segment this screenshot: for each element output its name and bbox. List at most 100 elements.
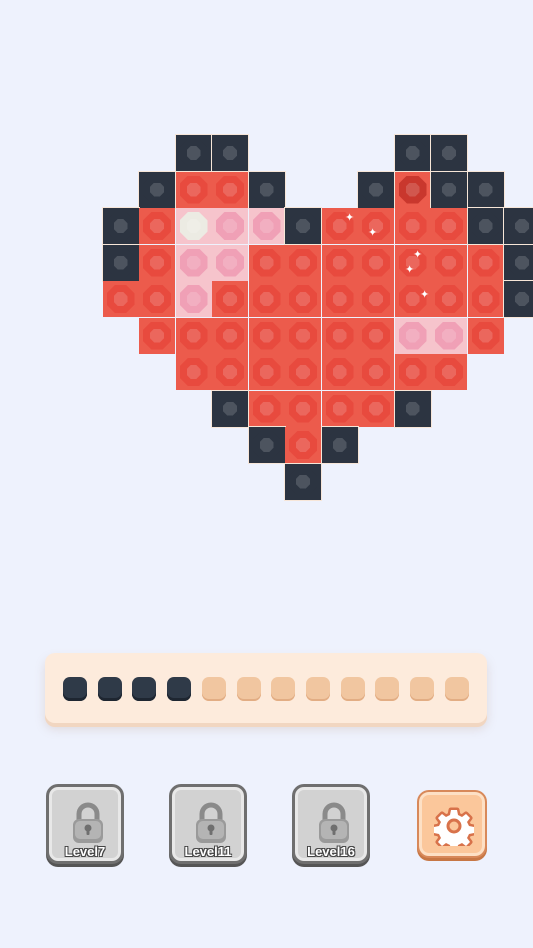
board-cell[interactable] (102, 281, 139, 317)
red-gem[interactable] (179, 175, 208, 204)
dark-gem[interactable] (508, 212, 533, 240)
board-cell[interactable] (358, 244, 394, 281)
board-cell[interactable] (394, 171, 431, 208)
red-gem[interactable] (216, 175, 244, 204)
board-cell[interactable] (321, 244, 358, 281)
board-cell[interactable] (431, 208, 467, 244)
red-gem[interactable] (325, 321, 354, 350)
dark-gem[interactable] (435, 139, 463, 167)
board-cell[interactable] (285, 208, 321, 244)
dark-gem[interactable] (398, 139, 427, 167)
white-gem[interactable] (179, 212, 208, 240)
red-gem[interactable] (398, 358, 427, 386)
board-cell[interactable] (212, 354, 248, 390)
red-gem[interactable] (471, 285, 500, 313)
board-cell[interactable] (175, 281, 212, 317)
dark-gem[interactable] (143, 175, 171, 204)
dark-gem[interactable] (216, 394, 244, 423)
board-cell[interactable] (139, 281, 175, 317)
board-cell[interactable] (358, 354, 394, 390)
red-gem[interactable] (179, 358, 208, 386)
board-cell[interactable] (467, 208, 504, 244)
pink-gem[interactable] (252, 212, 281, 240)
dark-gem[interactable] (471, 175, 500, 204)
board-cell[interactable] (394, 208, 431, 244)
red-gem[interactable] (252, 321, 281, 350)
board-cell[interactable] (321, 390, 358, 427)
red-gem[interactable] (289, 394, 317, 423)
board-cell[interactable] (212, 171, 248, 208)
red-gem[interactable] (435, 212, 463, 240)
red-gem[interactable] (362, 394, 390, 423)
board-cell[interactable] (285, 317, 321, 354)
board-cell[interactable] (248, 244, 285, 281)
board-cell[interactable] (467, 281, 504, 317)
red-gem[interactable] (252, 358, 281, 386)
pink-gem[interactable] (179, 248, 208, 277)
board-cell[interactable] (248, 208, 285, 244)
board-cell[interactable] (175, 135, 212, 171)
red-gem[interactable] (325, 285, 354, 313)
board-cell[interactable] (358, 171, 394, 208)
dark-gem[interactable] (216, 139, 244, 167)
red-gem[interactable] (471, 248, 500, 277)
board-cell[interactable] (248, 281, 285, 317)
locked-level-button-2[interactable]: Level11 (169, 784, 247, 864)
red-gem[interactable] (435, 248, 463, 277)
red-gem[interactable] (398, 212, 427, 240)
board-cell[interactable] (285, 427, 321, 463)
dark-gem[interactable] (471, 212, 500, 240)
dark-gem[interactable] (398, 394, 427, 423)
board-cell[interactable] (431, 317, 467, 354)
dark-gem[interactable] (508, 248, 533, 277)
board-cell[interactable] (321, 281, 358, 317)
board-cell[interactable] (212, 317, 248, 354)
red-gem[interactable] (143, 212, 171, 240)
board-cell[interactable] (139, 208, 175, 244)
red-gem[interactable] (216, 358, 244, 386)
board-cell[interactable] (212, 135, 248, 171)
pink-gem[interactable] (216, 212, 244, 240)
board-cell[interactable] (358, 390, 394, 427)
board-cell[interactable] (102, 244, 139, 281)
board-cell[interactable] (212, 281, 248, 317)
red-gem[interactable] (325, 394, 354, 423)
board-cell[interactable] (431, 281, 467, 317)
dark-gem[interactable] (508, 285, 533, 313)
board-cell[interactable] (175, 171, 212, 208)
red-gem[interactable] (471, 321, 500, 350)
board-cell[interactable] (285, 281, 321, 317)
red-gem[interactable] (143, 248, 171, 277)
board-cell[interactable] (394, 317, 431, 354)
board-cell[interactable] (358, 281, 394, 317)
red-gem[interactable] (362, 321, 390, 350)
locked-level-button-1[interactable]: Level7 (46, 784, 124, 864)
dark-gem[interactable] (252, 431, 281, 459)
heart-puzzle-board[interactable]: ✦ ✦ ✦ ✦ ✦ (0, 0, 533, 520)
pink-gem[interactable] (216, 248, 244, 277)
board-cell[interactable] (431, 171, 467, 208)
red-gem[interactable] (252, 285, 281, 313)
dark-gem[interactable] (289, 212, 317, 240)
dark-gem[interactable] (179, 139, 208, 167)
settings-button[interactable] (417, 790, 487, 858)
board-cell[interactable] (248, 354, 285, 390)
dark-gem[interactable] (435, 175, 463, 204)
board-cell[interactable] (467, 244, 504, 281)
board-cell[interactable] (504, 244, 533, 281)
board-cell[interactable] (212, 208, 248, 244)
board-cell[interactable] (248, 171, 285, 208)
red-gem[interactable] (143, 321, 171, 350)
red-gem[interactable] (289, 358, 317, 386)
board-cell[interactable] (321, 427, 358, 463)
red-gem[interactable] (435, 285, 463, 313)
red-gem[interactable] (362, 285, 390, 313)
red-gem[interactable] (216, 285, 244, 313)
pink-gem[interactable] (435, 321, 463, 350)
board-cell[interactable] (285, 354, 321, 390)
board-cell[interactable] (321, 354, 358, 390)
board-cell[interactable] (212, 244, 248, 281)
red-gem[interactable] (435, 358, 463, 386)
board-cell[interactable] (285, 390, 321, 427)
board-cell[interactable] (248, 317, 285, 354)
